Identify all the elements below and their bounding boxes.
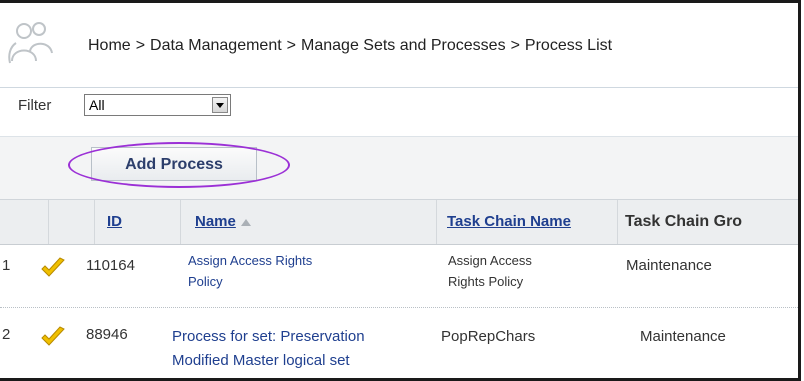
process-name-line[interactable]: Modified Master logical set [172, 352, 350, 369]
column-separator [180, 200, 181, 244]
column-header-name-label: Name [195, 213, 236, 230]
task-chain-group: Maintenance [626, 257, 712, 274]
checkmark-icon [41, 326, 65, 346]
checkmark-icon [41, 257, 65, 277]
sort-ascending-icon [240, 218, 251, 226]
process-name-line[interactable]: Policy [188, 272, 223, 291]
chevron-down-icon[interactable] [212, 97, 228, 113]
breadcrumb-data-management[interactable]: Data Management [150, 37, 282, 54]
process-list-panel: Home > Data Management > Manage Sets and Pro… [0, 0, 801, 381]
add-process-button[interactable]: Add Process [91, 147, 257, 181]
breadcrumb-bar: Home > Data Management > Manage Sets and Pro… [0, 3, 798, 87]
task-chain-group: Maintenance [640, 328, 726, 345]
task-chain-name-line: Assign Access [448, 253, 532, 268]
process-name-line[interactable]: Process for set: Preservation [172, 328, 365, 345]
column-separator [617, 200, 618, 244]
row-index: 1 [2, 257, 11, 274]
filter-select[interactable]: All [84, 94, 231, 116]
row-index: 2 [2, 326, 11, 343]
breadcrumb-separator: > [286, 37, 297, 54]
table-row[interactable]: 2 88946 Process for set: Preservation Mo… [0, 314, 798, 378]
process-id: 110164 [86, 257, 135, 274]
column-header-task-chain-group[interactable]: Task Chain Gro [625, 200, 742, 244]
process-id: 88946 [86, 326, 128, 343]
users-group-icon [8, 22, 53, 64]
filter-row: Filter All [0, 88, 798, 136]
breadcrumb-home[interactable]: Home [88, 37, 131, 54]
breadcrumb-separator: > [135, 37, 146, 54]
filter-label: Filter [18, 97, 52, 114]
process-name-line[interactable]: Assign Access Rights [188, 251, 312, 270]
breadcrumb: Home > Data Management > Manage Sets and Pro… [88, 37, 612, 55]
column-header-name[interactable]: Name [195, 200, 251, 244]
table-header: ID Name Task Chain Name Task Chain Gro [0, 199, 798, 245]
action-bar: Add Process [0, 137, 798, 199]
column-separator [94, 200, 95, 244]
task-chain-name-line: Rights Policy [448, 274, 524, 289]
column-header-task-chain-name[interactable]: Task Chain Name [447, 200, 571, 244]
column-separator [436, 200, 437, 244]
breadcrumb-separator: > [510, 37, 520, 54]
filter-selected-value: All [89, 97, 105, 113]
table-row[interactable]: 1 110164 Assign Access Rights Policy Ass… [0, 245, 798, 305]
breadcrumb-manage-sets[interactable]: Manage Sets and Processes [301, 37, 506, 54]
column-separator [48, 200, 49, 244]
task-chain-name-line: PopRepChars [441, 328, 536, 345]
column-header-id[interactable]: ID [107, 200, 122, 244]
row-divider [0, 307, 798, 308]
breadcrumb-process-list: Process List [524, 37, 613, 54]
